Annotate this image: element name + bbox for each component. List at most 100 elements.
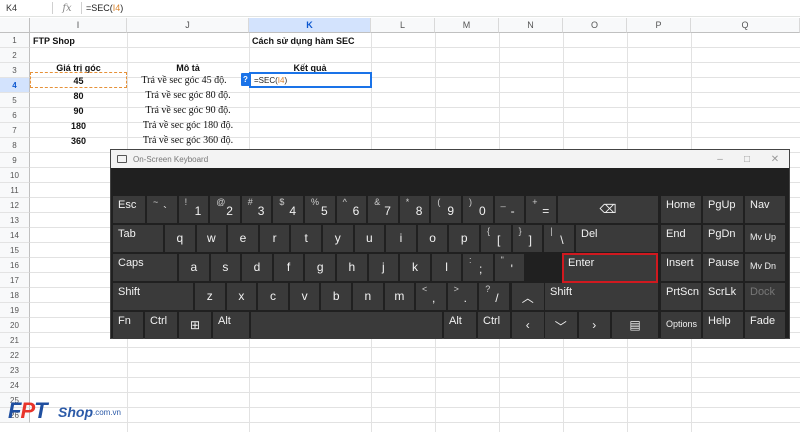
- key-2[interactable]: @2: [210, 196, 240, 223]
- row-header-10[interactable]: 10: [0, 168, 30, 183]
- key-pgdn[interactable]: PgDn: [703, 225, 743, 252]
- cell-i7[interactable]: 180: [30, 118, 127, 133]
- row-header-12[interactable]: 12: [0, 198, 30, 213]
- cell-i6[interactable]: 90: [30, 103, 127, 118]
- column-header-m[interactable]: M: [435, 18, 499, 33]
- key-fade[interactable]: Fade: [745, 312, 785, 339]
- key-fn[interactable]: Fn: [113, 312, 143, 339]
- row-header-8[interactable]: 8: [0, 138, 30, 153]
- cell-j7[interactable]: Trả về sec góc 180 độ.: [127, 118, 249, 133]
- key-shift-left[interactable]: Shift: [113, 283, 193, 310]
- key-tab[interactable]: Tab: [113, 225, 163, 252]
- row-header-11[interactable]: 11: [0, 183, 30, 198]
- key-m[interactable]: m: [384, 283, 415, 310]
- key-left-arrow[interactable]: ‹: [512, 312, 544, 339]
- cell-editor-k4[interactable]: =SEC(I4): [249, 72, 372, 88]
- key-c[interactable]: c: [258, 283, 288, 310]
- cell-j5[interactable]: Trả về sec góc 80 độ.: [127, 88, 249, 103]
- select-all-corner[interactable]: [0, 18, 30, 33]
- key-menu[interactable]: ▤: [612, 312, 658, 339]
- key-5[interactable]: % 5: [305, 196, 335, 223]
- row-header-23[interactable]: 23: [0, 363, 30, 378]
- key-7[interactable]: & 7: [368, 196, 398, 223]
- key-caps[interactable]: Caps: [113, 254, 177, 281]
- row-header-7[interactable]: 7: [0, 123, 30, 138]
- key-backspace[interactable]: ⌫: [558, 196, 658, 223]
- formula-input[interactable]: =SEC(I4): [86, 3, 123, 13]
- key-y[interactable]: y: [323, 225, 353, 252]
- key-mv-up[interactable]: Mv Up: [745, 225, 785, 252]
- row-header-9[interactable]: 9: [0, 153, 30, 168]
- key-dock[interactable]: Dock: [745, 283, 785, 310]
- key-h[interactable]: h: [337, 254, 367, 281]
- row-header-24[interactable]: 24: [0, 378, 30, 393]
- cell-k1[interactable]: Cách sử dụng hàm SEC: [252, 33, 372, 48]
- key-6[interactable]: ^ 6: [336, 196, 367, 223]
- key-symbol-0[interactable]: <,: [416, 283, 446, 310]
- key-p[interactable]: p: [449, 225, 479, 252]
- key-down-arrow[interactable]: ﹀: [545, 312, 577, 339]
- key-e[interactable]: e: [228, 225, 258, 252]
- row-header-22[interactable]: 22: [0, 348, 30, 363]
- row-header-20[interactable]: 20: [0, 318, 30, 333]
- key-i[interactable]: i: [386, 225, 416, 252]
- key-options[interactable]: Options: [661, 312, 701, 339]
- key-r[interactable]: r: [259, 225, 290, 252]
- key-=[interactable]: + =: [526, 196, 556, 223]
- key-help[interactable]: Help: [703, 312, 743, 339]
- windows-icon[interactable]: ⊞: [179, 312, 211, 339]
- key-k[interactable]: k: [400, 254, 430, 281]
- key-punct-0[interactable]: :;: [463, 254, 493, 281]
- key-`[interactable]: ~ `: [147, 196, 177, 223]
- key-symbol-2[interactable]: ? /: [479, 283, 509, 310]
- key-punct-1[interactable]: " ': [494, 254, 525, 281]
- key-right-arrow[interactable]: ›: [578, 312, 611, 339]
- key-shift-right[interactable]: Shift: [545, 283, 658, 310]
- row-header-16[interactable]: 16: [0, 258, 30, 273]
- row-header-2[interactable]: 2: [0, 48, 30, 63]
- key-1[interactable]: ! 1: [178, 196, 209, 223]
- keyboard-title-bar[interactable]: On-Screen Keyboard: [111, 150, 789, 168]
- row-header-17[interactable]: 17: [0, 273, 30, 288]
- key-d[interactable]: d: [242, 254, 272, 281]
- column-header-j[interactable]: J: [127, 18, 249, 33]
- key-pgup[interactable]: PgUp: [703, 196, 743, 223]
- key-l[interactable]: l: [431, 254, 462, 281]
- key-alt-right[interactable]: Alt: [444, 312, 476, 339]
- key-ctrl-left[interactable]: Ctrl: [145, 312, 177, 339]
- column-header-i[interactable]: I: [30, 18, 127, 33]
- key-mv-dn[interactable]: Mv Dn: [745, 254, 785, 281]
- column-header-o[interactable]: O: [563, 18, 627, 33]
- row-header-6[interactable]: 6: [0, 108, 30, 123]
- key-3[interactable]: #3: [241, 196, 272, 223]
- close-icon[interactable]: ✕: [766, 150, 784, 168]
- key-n[interactable]: n: [353, 283, 383, 310]
- key-g[interactable]: g: [305, 254, 335, 281]
- row-header-18[interactable]: 18: [0, 288, 30, 303]
- key-s[interactable]: s: [210, 254, 241, 281]
- key-home[interactable]: Home: [661, 196, 701, 223]
- row-header-19[interactable]: 19: [0, 303, 30, 318]
- key-up-arrow[interactable]: ︿: [512, 283, 544, 310]
- key-del[interactable]: Del: [576, 225, 658, 252]
- key-esc[interactable]: Esc: [113, 196, 145, 223]
- key-insert[interactable]: Insert: [661, 254, 701, 281]
- key-o[interactable]: o: [417, 225, 448, 252]
- key-ctrl-right[interactable]: Ctrl: [478, 312, 510, 339]
- key-bracket-1[interactable]: }]: [512, 225, 543, 252]
- key--[interactable]: _ -: [494, 196, 525, 223]
- cell-j6[interactable]: Trả về sec góc 90 độ.: [127, 103, 249, 118]
- row-header-21[interactable]: 21: [0, 333, 30, 348]
- column-header-q[interactable]: Q: [691, 18, 800, 33]
- key-space[interactable]: [251, 312, 442, 339]
- cell-j4[interactable]: Trả về sec góc 45 độ.: [127, 73, 241, 88]
- row-header-1[interactable]: 1: [0, 33, 30, 48]
- maximize-icon[interactable]: □: [738, 150, 756, 168]
- key-nav[interactable]: Nav: [745, 196, 785, 223]
- key-8[interactable]: * 8: [399, 196, 430, 223]
- key-0[interactable]: ) 0: [463, 196, 493, 223]
- key-q[interactable]: q: [165, 225, 195, 252]
- cell-i5[interactable]: 80: [30, 88, 127, 103]
- key-f[interactable]: f: [273, 254, 304, 281]
- key-j[interactable]: j: [368, 254, 399, 281]
